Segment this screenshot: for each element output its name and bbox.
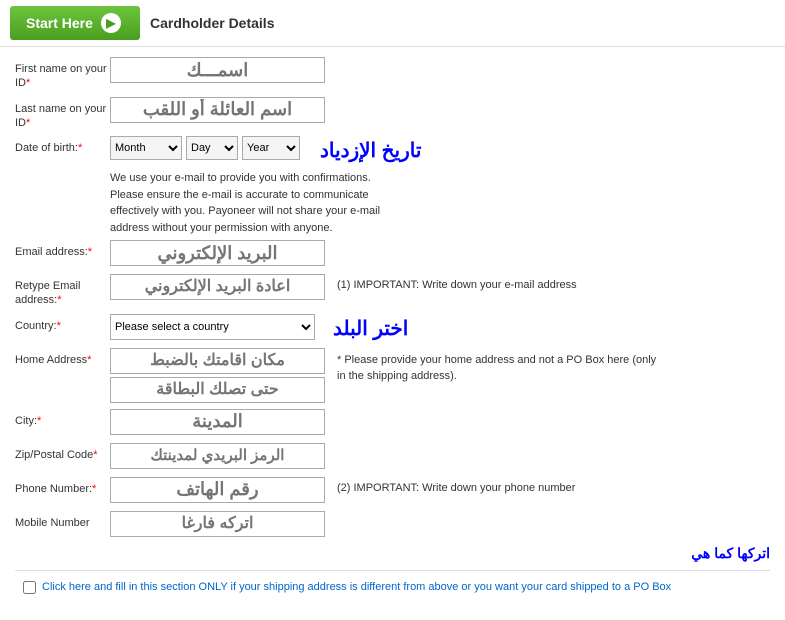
retype-email-row: Retype Email address:* (1) IMPORTANT: Wr… [15,274,770,308]
retype-email-label: Retype Email address:* [15,274,110,308]
mobile-row: Mobile Number [15,511,770,539]
page-header: Start Here ▶ Cardholder Details [0,0,785,47]
country-label: Country:* [15,314,110,333]
home-address-inputs [110,348,325,403]
first-name-row: First name on your ID* اسمـــك [15,57,770,91]
leave-empty-arabic: اتركها كما هي [25,545,770,562]
shipping-address-checkbox[interactable] [23,581,36,594]
home-address-label: Home Address* [15,348,110,367]
first-name-input[interactable] [110,57,325,83]
email-important-note: (1) IMPORTANT: Write down your e-mail ad… [337,274,577,293]
last-name-row: Last name on your ID* [15,97,770,131]
shipping-address-label: Click here and fill in this section ONLY… [42,579,671,596]
email-info-text: We use your e-mail to provide you with c… [110,170,400,236]
retype-email-input[interactable] [110,274,325,300]
home-address-line2[interactable] [110,377,325,403]
country-arabic-hint: اختر البلد [333,314,408,341]
city-input[interactable] [110,409,325,435]
dob-row: Date of birth:* Month Day Year تاريخ الإ… [15,136,770,164]
city-row: City:* [15,409,770,437]
zip-input[interactable] [110,443,325,469]
email-label: Email address:* [15,240,110,259]
dob-selects: Month Day Year [110,136,300,160]
last-name-input[interactable] [110,97,325,123]
phone-important-note: (2) IMPORTANT: Write down your phone num… [337,477,575,496]
first-name-label: First name on your ID* [15,57,110,91]
dob-year-select[interactable]: Year [242,136,300,160]
mobile-input[interactable] [110,511,325,537]
email-row: Email address:* [15,240,770,268]
shipping-address-row: Click here and fill in this section ONLY… [15,570,770,600]
email-input[interactable] [110,240,325,266]
page-title: Cardholder Details [150,15,274,31]
phone-row: Phone Number:* (2) IMPORTANT: Write down… [15,477,770,505]
dob-day-select[interactable]: Day [186,136,238,160]
cardholder-form: First name on your ID* اسمـــك Last name… [0,47,785,609]
start-here-label: Start Here [26,15,93,31]
zip-label: Zip/Postal Code* [15,443,110,462]
last-name-label: Last name on your ID* [15,97,110,131]
city-label: City:* [15,409,110,428]
start-here-button[interactable]: Start Here ▶ [10,6,140,40]
dob-label: Date of birth:* [15,136,110,155]
home-address-row: Home Address* * Please provide your home… [15,348,770,403]
arrow-icon: ▶ [101,13,121,33]
dob-arabic-hint: تاريخ الإزدياد [320,136,421,163]
zip-row: Zip/Postal Code* [15,443,770,471]
phone-label: Phone Number:* [15,477,110,496]
dob-month-select[interactable]: Month [110,136,182,160]
mobile-label: Mobile Number [15,511,110,530]
country-select[interactable]: Please select a country [110,314,315,340]
country-row: Country:* Please select a country اختر ا… [15,314,770,342]
home-address-note: * Please provide your home address and n… [337,348,667,385]
phone-input[interactable] [110,477,325,503]
home-address-line1[interactable] [110,348,325,374]
